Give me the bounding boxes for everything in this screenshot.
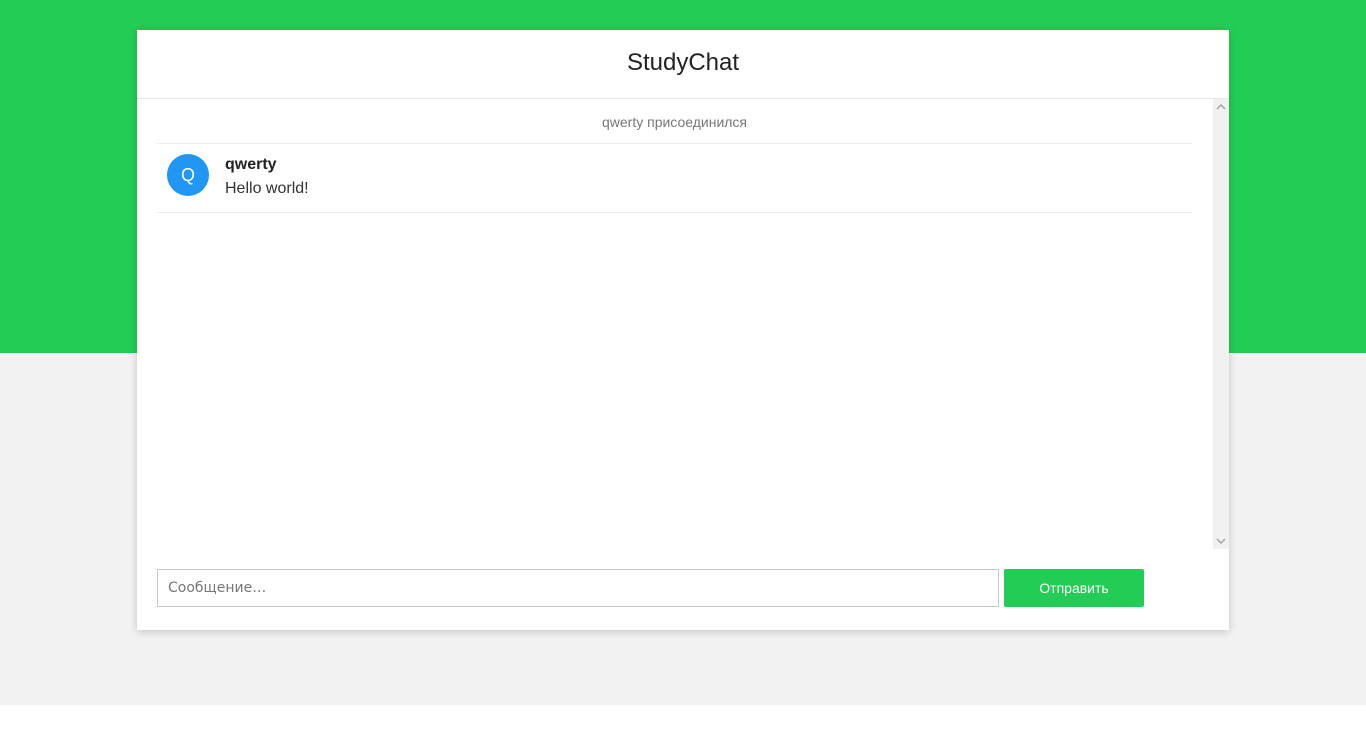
message-composer: Отправить xyxy=(157,569,1147,607)
messages-list: qwerty присоединился Q qwerty Hello worl… xyxy=(157,99,1192,213)
chevron-up-icon[interactable] xyxy=(1213,99,1229,115)
page-background: StudyChat qwerty присоединился Q qwerty … xyxy=(0,0,1366,705)
message-text: Hello world! xyxy=(225,180,309,197)
messages-scrollbar[interactable] xyxy=(1213,99,1229,549)
chat-header: StudyChat xyxy=(137,30,1229,99)
messages-area[interactable]: qwerty присоединился Q qwerty Hello worl… xyxy=(137,99,1229,549)
message-author: qwerty xyxy=(225,156,277,173)
chat-window: StudyChat qwerty присоединился Q qwerty … xyxy=(137,30,1229,630)
message-input[interactable] xyxy=(157,569,999,607)
chat-message: Q qwerty Hello world! xyxy=(157,144,1192,213)
system-message: qwerty присоединился xyxy=(157,99,1192,144)
chevron-down-icon[interactable] xyxy=(1213,533,1229,549)
page-title: StudyChat xyxy=(626,49,740,76)
send-button[interactable]: Отправить xyxy=(1004,569,1144,607)
avatar: Q xyxy=(167,154,209,196)
